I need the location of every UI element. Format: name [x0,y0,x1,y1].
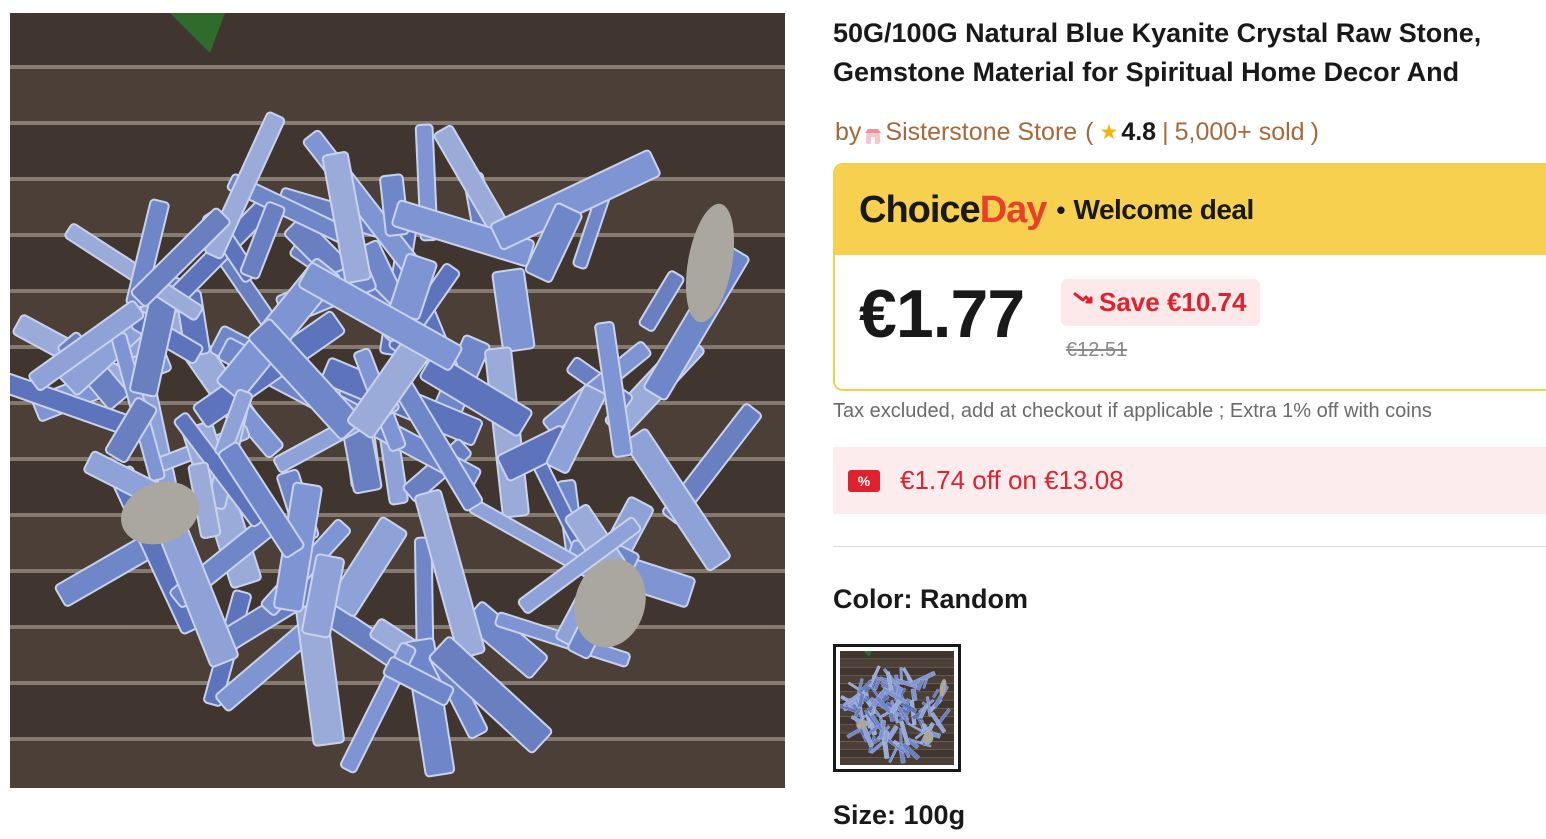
day-logo-text: Day [979,188,1048,231]
swatch-photo [840,651,954,765]
save-badge: Save €10.74 [1061,279,1261,326]
current-price: €1.77 [859,276,1025,352]
swatch-thumbnail [840,651,954,765]
coupon-bar[interactable]: % €1.74 off on €13.08 [833,447,1546,514]
product-title: 50G/100G Natural Blue Kyanite Crystal Ra… [833,18,1482,87]
price-down-icon [1073,290,1093,316]
welcome-deal-label: Welcome deal [1073,194,1255,225]
rating-separator: | [1162,118,1169,146]
star-icon: ★ [1099,121,1119,144]
choice-day-banner: Choice Day • Welcome deal [835,165,1546,255]
kyanite-photo [10,13,785,788]
deal-box: Choice Day • Welcome deal €1.77 Save €10… [833,163,1546,391]
store-line: by Sisterstone Store ( ★ 4.8 | 5,000+ so… [835,118,1319,147]
size-option-label: Size: 100g [833,800,966,830]
rating-open-paren: ( [1085,118,1094,146]
price-area: €1.77 Save €10.74 €12.51 [835,255,1546,389]
choice-logo-text: Choice [859,188,981,231]
sold-count: 5,000+ sold [1174,118,1305,146]
store-icon [863,124,883,144]
save-amount: Save €10.74 [1099,287,1247,317]
section-divider [833,546,1546,547]
tax-note: Tax excluded, add at checkout if applica… [833,400,1432,422]
store-rating: 4.8 [1121,118,1157,146]
product-page: 50G/100G Natural Blue Kyanite Crystal Ra… [0,0,1546,839]
store-name-link[interactable]: Sisterstone Store [885,118,1077,147]
color-option-label: Color: Random [833,584,1028,614]
original-price: €12.51 [1066,339,1128,361]
coupon-icon: % [848,469,880,492]
color-swatch-random[interactable] [833,644,961,772]
product-main-image[interactable] [10,13,785,788]
banner-dot: • [1056,194,1066,225]
by-label: by [835,118,862,146]
rating-close-paren: ) [1310,118,1319,146]
coupon-text: €1.74 off on €13.08 [900,465,1124,495]
